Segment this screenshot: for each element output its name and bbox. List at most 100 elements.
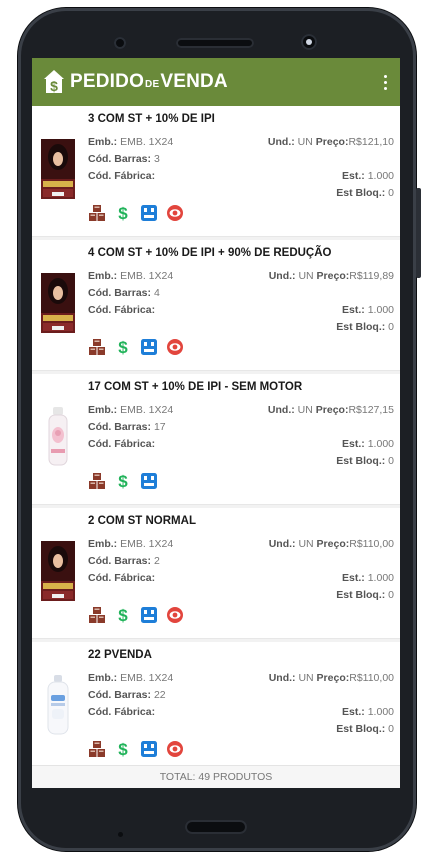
total-products-label: TOTAL: 49 PRODUTOS [159, 771, 273, 783]
barras-label: Cód. Barras: [88, 153, 152, 165]
product-card[interactable]: 4 COM ST + 10% DE IPI + 90% DE REDUÇÃO Em… [32, 240, 400, 371]
calculator-icon[interactable] [140, 204, 158, 222]
eye-icon[interactable] [166, 740, 184, 758]
fabrica-label: Cód. Fábrica: [88, 304, 156, 316]
barras-row: Cód. Barras: 2 [88, 555, 160, 567]
stock-value: 1.000 [367, 170, 394, 182]
und-label: Und.: [268, 672, 296, 684]
dollar-icon[interactable]: $ [114, 338, 132, 356]
boxes-icon[interactable] [88, 204, 106, 222]
svg-text:$: $ [118, 740, 128, 758]
boxes-icon[interactable] [88, 338, 106, 356]
eye-icon[interactable] [166, 606, 184, 624]
price-value: R$119,89 [349, 270, 394, 282]
eye-icon[interactable] [166, 338, 184, 356]
boxes-icon[interactable] [88, 606, 106, 624]
fabrica-row: Cód. Fábrica: [88, 572, 155, 584]
boxes-icon[interactable] [88, 740, 106, 758]
fabrica-row: Cód. Fábrica: [88, 706, 155, 718]
app-title-part2: DE [145, 79, 160, 90]
barras-value: 2 [153, 555, 160, 567]
svg-text:$: $ [118, 606, 128, 624]
app-title-part1: PEDIDO [70, 71, 145, 92]
stock-label: Est.: [342, 572, 365, 584]
calculator-icon[interactable] [140, 472, 158, 490]
svg-text:$: $ [118, 338, 128, 356]
barras-row: Cód. Barras: 4 [88, 287, 160, 299]
emb-label: Emb.: [88, 404, 118, 416]
price-value: R$110,00 [349, 538, 394, 550]
svg-text:$: $ [118, 204, 128, 222]
boxes-icon[interactable] [88, 472, 106, 490]
product-card[interactable]: 3 COM ST + 10% DE IPI Emb.: EMB. 1X24 Und.… [32, 106, 400, 237]
emb-label: Emb.: [88, 270, 118, 282]
blocked-stock-label: Est Bloq.: [336, 187, 386, 199]
und-value: UN [297, 136, 313, 148]
emb-value: EMB. 1X24 [120, 538, 174, 550]
calculator-icon[interactable] [140, 606, 158, 624]
price-label: Preço: [316, 538, 350, 550]
product-card[interactable]: 17 COM ST + 10% DE IPI - SEM MOTOR Emb.: … [32, 374, 400, 505]
und-label: Und.: [267, 404, 295, 416]
und-value: UN [298, 538, 314, 550]
blocked-stock-label: Est Bloq.: [336, 723, 386, 735]
dollar-icon[interactable]: $ [114, 472, 132, 490]
price-label: Preço: [315, 136, 349, 148]
fabrica-row: Cód. Fábrica: [88, 170, 155, 182]
baby-powder-bottle-icon[interactable] [40, 673, 76, 737]
stock-value: 1.000 [367, 572, 394, 584]
dollar-house-logo-icon: $ [42, 69, 66, 95]
stock-label: Est.: [342, 438, 365, 450]
blocked-stock-row: Est Bloq.: 0 [336, 723, 394, 735]
hair-dye-box-icon[interactable] [40, 137, 76, 201]
lotion-bottle-icon[interactable] [40, 405, 76, 469]
emb-value: EMB. 1X24 [120, 136, 174, 148]
emb-value: EMB. 1X24 [120, 270, 174, 282]
calculator-icon[interactable] [140, 740, 158, 758]
app-title: PEDIDO DE VENDA [70, 71, 228, 93]
product-actions: $ [88, 740, 184, 758]
product-list[interactable]: 3 COM ST + 10% DE IPI Emb.: EMB. 1X24 Und.… [32, 106, 400, 768]
blocked-stock-row: Est Bloq.: 0 [336, 321, 394, 333]
stock-value: 1.000 [367, 438, 394, 450]
emb-value: EMB. 1X24 [120, 404, 174, 416]
product-card[interactable]: 2 COM ST NORMAL Emb.: EMB. 1X24 Und.: UN P… [32, 508, 400, 639]
und-label: Und.: [267, 136, 295, 148]
overflow-menu-icon[interactable] [378, 70, 392, 94]
und-price-row: Und.: UN Preço:R$119,89 [269, 270, 394, 282]
svg-text:$: $ [118, 472, 128, 490]
blocked-stock-value: 0 [388, 723, 394, 735]
product-actions: $ [88, 472, 158, 490]
app-bar: $ PEDIDO DE VENDA [32, 58, 400, 106]
app-screen: $ PEDIDO DE VENDA 3 COM ST + 10% DE IPI E… [32, 58, 400, 788]
product-title: 4 COM ST + 10% DE IPI + 90% DE REDUÇÃO [88, 247, 332, 259]
blocked-stock-value: 0 [388, 187, 394, 199]
hair-dye-box-icon[interactable] [40, 271, 76, 335]
und-value: UN [298, 672, 314, 684]
stock-label: Est.: [342, 304, 365, 316]
stock-value: 1.000 [367, 706, 394, 718]
dollar-icon[interactable]: $ [114, 606, 132, 624]
dollar-icon[interactable]: $ [114, 204, 132, 222]
emb-value: EMB. 1X24 [120, 672, 174, 684]
und-price-row: Und.: UN Preço:R$121,10 [268, 136, 394, 148]
eye-icon[interactable] [166, 204, 184, 222]
emb-row: Emb.: EMB. 1X24 [88, 404, 173, 416]
und-label: Und.: [268, 270, 296, 282]
product-title: 3 COM ST + 10% DE IPI [88, 113, 215, 125]
barras-label: Cód. Barras: [88, 287, 152, 299]
fabrica-row: Cód. Fábrica: [88, 304, 155, 316]
stock-label: Est.: [342, 706, 365, 718]
product-card[interactable]: 22 PVENDA Emb.: EMB. 1X24 Und.: UN Preço:R… [32, 642, 400, 768]
price-label: Preço: [316, 672, 350, 684]
und-label: Und.: [268, 538, 296, 550]
dollar-icon[interactable]: $ [114, 740, 132, 758]
front-camera [114, 37, 126, 49]
side-button[interactable] [416, 188, 421, 278]
calculator-icon[interactable] [140, 338, 158, 356]
hair-dye-box-icon[interactable] [40, 539, 76, 603]
blocked-stock-label: Est Bloq.: [336, 455, 386, 467]
und-value: UN [298, 270, 314, 282]
barras-row: Cód. Barras: 17 [88, 421, 166, 433]
und-value: UN [297, 404, 313, 416]
